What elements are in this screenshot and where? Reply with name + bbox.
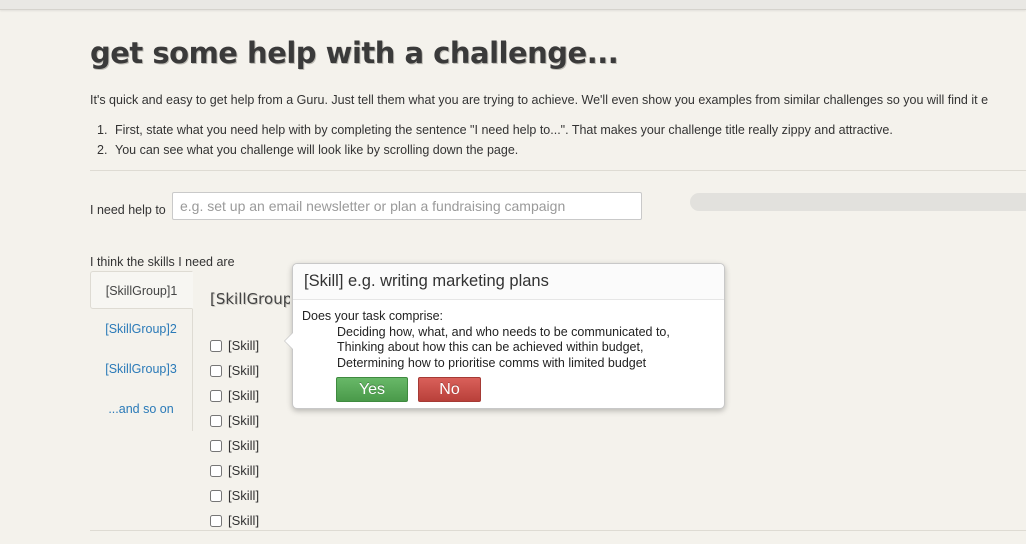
popover-body: Does your task comprise: Deciding how, w… xyxy=(293,300,724,371)
section-divider xyxy=(90,170,1026,171)
yes-button[interactable]: Yes xyxy=(336,377,408,402)
skill-label: [Skill] xyxy=(228,513,260,528)
skill-list: [Skill] [Skill] [Skill] [Skill] [Skill] … xyxy=(210,333,259,533)
skill-label: [Skill] xyxy=(228,338,260,353)
skills-label: I think the skills I need are xyxy=(90,255,235,269)
tab-skill-group-1[interactable]: [SkillGroup]1 xyxy=(90,271,193,309)
skill-label: [Skill] xyxy=(228,438,260,453)
popover-line: Thinking about how this can be achieved … xyxy=(337,340,644,354)
skill-label: [Skill] xyxy=(228,463,260,478)
skill-item[interactable]: [Skill] xyxy=(210,333,259,358)
step-number: 2. xyxy=(97,143,108,157)
help-input[interactable] xyxy=(172,192,642,220)
step-text: You can see what you challenge will look… xyxy=(115,143,519,157)
skill-label: [Skill] xyxy=(228,488,260,503)
skill-item[interactable]: [Skill] xyxy=(210,483,259,508)
bottom-divider xyxy=(90,530,1026,531)
tab-more-groups[interactable]: ...and so on xyxy=(90,389,192,429)
step-text: First, state what you need help with by … xyxy=(115,123,893,137)
skill-group-tabs: [SkillGroup]1 [SkillGroup]2 [SkillGroup]… xyxy=(90,271,193,431)
skill-label: [Skill] xyxy=(228,388,260,403)
skill-checkbox[interactable] xyxy=(210,514,222,527)
no-button[interactable]: No xyxy=(418,377,481,402)
browser-top-bar xyxy=(0,0,1026,10)
popover-buttons: Yes No xyxy=(336,377,481,402)
skill-item[interactable]: [Skill] xyxy=(210,458,259,483)
steps-list: 1. First, state what you need help with b… xyxy=(97,122,893,162)
popover-arrow xyxy=(284,332,293,350)
step-number: 1. xyxy=(97,123,108,137)
skill-item[interactable]: [Skill] xyxy=(210,433,259,458)
skill-checkbox[interactable] xyxy=(210,439,222,452)
skill-label: [Skill] xyxy=(228,413,260,428)
step-item: 1. First, state what you need help with b… xyxy=(97,122,893,142)
skill-label: [Skill] xyxy=(228,363,260,378)
skill-popover: [Skill] e.g. writing marketing plans Doe… xyxy=(284,263,725,409)
popover-line: Determining how to prioritise comms with… xyxy=(337,355,647,370)
skill-checkbox[interactable] xyxy=(210,389,222,402)
popover-question: Does your task comprise: xyxy=(302,309,444,323)
skill-item[interactable]: [Skill] xyxy=(210,358,259,383)
skill-checkbox[interactable] xyxy=(210,364,222,377)
skill-item[interactable]: [Skill] xyxy=(210,408,259,433)
tab-skill-group-2[interactable]: [SkillGroup]2 xyxy=(90,309,192,349)
intro-text: It's quick and easy to get help from a G… xyxy=(90,93,989,107)
skill-group-title: [SkillGroup]1 xyxy=(210,290,290,308)
popover-line: Deciding how, what, and who needs to be … xyxy=(337,324,670,339)
skill-item[interactable]: [Skill] xyxy=(210,383,259,408)
tab-skill-group-3[interactable]: [SkillGroup]3 xyxy=(90,349,192,389)
skill-checkbox[interactable] xyxy=(210,464,222,477)
popover-title: [Skill] e.g. writing marketing plans xyxy=(293,264,724,300)
skill-checkbox[interactable] xyxy=(210,414,222,427)
skill-checkbox[interactable] xyxy=(210,339,222,352)
progress-bar xyxy=(690,193,1026,211)
skill-checkbox[interactable] xyxy=(210,489,222,502)
page-title: get some help with a challenge... xyxy=(90,36,619,70)
help-label: I need help to xyxy=(90,203,166,217)
step-item: 2. You can see what you challenge will lo… xyxy=(97,142,893,162)
